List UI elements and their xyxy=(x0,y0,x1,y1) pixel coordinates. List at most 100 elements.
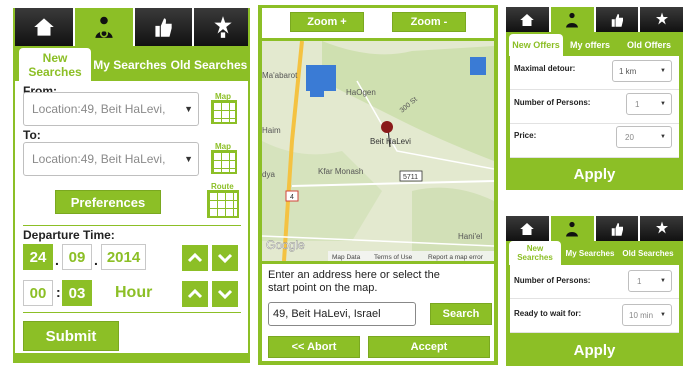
from-select[interactable]: Location:49, Beit HaLevi, ▼ xyxy=(23,92,199,126)
search-panel: New Searches My Searches Old Searches Fr… xyxy=(13,8,250,363)
tab-offers[interactable] xyxy=(595,7,641,32)
place-haniel: Hani'el xyxy=(458,232,482,241)
wait-label: Ready to wait for: xyxy=(514,309,582,318)
map-pin-icon[interactable] xyxy=(381,121,393,133)
persons-select[interactable]: 1 ▼ xyxy=(628,270,672,292)
subtab-my-offers[interactable]: My offers xyxy=(563,34,617,56)
dropdown-arrow-icon: ▼ xyxy=(184,104,193,114)
dropdown-arrow-icon: ▼ xyxy=(184,154,193,164)
sub-tab-bar: New Searches My Searches Old Searches xyxy=(506,241,683,265)
instructions-text: Enter an address here or select the star… xyxy=(268,269,440,294)
terms-link[interactable]: Terms of Use xyxy=(374,254,413,261)
route-grid-icon[interactable] xyxy=(207,190,239,218)
detour-select[interactable]: 1 km ▼ xyxy=(612,60,672,82)
map-panel: Zoom + Zoom - 4 5711 300 St Ma'abarot Ha… xyxy=(258,5,498,365)
driver-icon xyxy=(566,12,579,27)
time-up-button[interactable] xyxy=(182,281,208,307)
main-tab-bar xyxy=(15,8,248,46)
subtab-new-searches[interactable]: New Searches xyxy=(19,48,91,81)
tab-driver[interactable] xyxy=(550,216,596,241)
wait-select[interactable]: 10 min ▼ xyxy=(622,304,672,326)
from-value: Location:49, Beit HaLevi, xyxy=(32,102,166,116)
subtab-new-offers[interactable]: New Offers xyxy=(509,34,563,56)
map-grid-icon[interactable] xyxy=(211,100,237,124)
tab-road[interactable] xyxy=(194,8,248,46)
report-error-link[interactable]: Report a map error xyxy=(428,254,484,261)
tab-road[interactable] xyxy=(640,7,683,32)
dropdown-arrow-icon: ▼ xyxy=(660,101,666,107)
road-number-5711: 5711 xyxy=(403,174,418,181)
year-field[interactable]: 2014 xyxy=(101,244,146,270)
dropdown-arrow-icon: ▼ xyxy=(660,68,666,74)
divider xyxy=(23,225,241,226)
accept-button[interactable]: Accept xyxy=(368,336,490,358)
to-select[interactable]: Location:49, Beit HaLevi, ▼ xyxy=(23,142,199,176)
offers-panel: New Offers My offers Old Offers Maximal … xyxy=(506,7,683,190)
chevron-down-icon xyxy=(217,253,233,264)
place-haogen: HaOgen xyxy=(346,88,376,97)
subtab-my-searches[interactable]: My Searches xyxy=(561,241,619,265)
time-unit-label: Hour xyxy=(115,284,153,301)
preferences-button[interactable]: Preferences xyxy=(55,190,161,214)
search-button[interactable]: Search xyxy=(430,303,492,325)
driver-icon xyxy=(566,221,579,236)
dropdown-arrow-icon: ▼ xyxy=(660,278,666,284)
persons-value: 1 xyxy=(637,276,642,286)
time-down-button[interactable] xyxy=(212,281,238,307)
subtab-new-searches[interactable]: New Searches xyxy=(509,241,561,265)
chevron-up-icon xyxy=(187,252,203,263)
date-up-button[interactable] xyxy=(182,245,208,271)
month-field[interactable]: 09 xyxy=(62,244,92,270)
price-label: Price: xyxy=(514,131,537,140)
zoom-in-button[interactable]: Zoom + xyxy=(290,12,364,32)
dropdown-arrow-icon: ▼ xyxy=(660,312,666,318)
address-input[interactable]: 49, Beit HaLevi, Israel xyxy=(268,302,416,326)
dropdown-arrow-icon: ▼ xyxy=(660,134,666,140)
price-value: 20 xyxy=(625,132,634,142)
tab-home[interactable] xyxy=(506,7,551,32)
sub-tab-bar: New Offers My offers Old Offers xyxy=(506,32,683,56)
address-value: 49, Beit HaLevi, Israel xyxy=(273,308,381,320)
road-icon xyxy=(655,12,668,24)
subtab-old-offers[interactable]: Old Offers xyxy=(617,34,681,56)
tab-home[interactable] xyxy=(506,216,551,241)
to-label: To: xyxy=(23,128,41,142)
tab-offers[interactable] xyxy=(134,8,195,46)
persons-select[interactable]: 1 ▼ xyxy=(626,93,672,115)
hour-field[interactable]: 00 xyxy=(23,280,53,306)
date-dot: . xyxy=(94,252,98,268)
detour-label: Maximal detour: xyxy=(514,64,576,73)
to-value: Location:49, Beit HaLevi, xyxy=(32,152,166,166)
time-colon: : xyxy=(56,284,61,300)
place-haim: Haim xyxy=(262,126,281,135)
subtab-my-searches[interactable]: My Searches xyxy=(91,48,169,81)
price-select[interactable]: 20 ▼ xyxy=(616,126,672,148)
abort-button[interactable]: << Abort xyxy=(268,336,360,358)
chevron-up-icon xyxy=(187,288,203,299)
map-data-link[interactable]: Map Data xyxy=(332,254,361,261)
apply-button[interactable]: Apply xyxy=(506,158,683,190)
zoom-out-button[interactable]: Zoom - xyxy=(392,12,466,32)
road-icon xyxy=(214,16,232,38)
persons-label: Number of Persons: xyxy=(514,98,591,107)
tab-offers[interactable] xyxy=(595,216,641,241)
day-field[interactable]: 24 xyxy=(23,244,53,270)
main-tab-bar xyxy=(506,7,683,32)
minute-field[interactable]: 03 xyxy=(62,280,92,306)
subtab-old-searches[interactable]: Old Searches xyxy=(619,241,677,265)
home-icon xyxy=(34,18,54,36)
tab-driver[interactable] xyxy=(74,8,135,46)
tab-driver[interactable] xyxy=(550,7,596,32)
apply-button[interactable]: Apply xyxy=(506,334,683,366)
tab-home[interactable] xyxy=(15,8,75,46)
place-dya: dya xyxy=(262,170,275,179)
subtab-old-searches[interactable]: Old Searches xyxy=(169,48,248,81)
submit-button[interactable]: Submit xyxy=(23,321,119,351)
road-number-4: 4 xyxy=(290,194,294,201)
tab-road[interactable] xyxy=(640,216,683,241)
chevron-down-icon xyxy=(217,289,233,300)
persons-value: 1 xyxy=(635,99,640,109)
map-view[interactable]: 4 5711 300 St Ma'abarot HaOgen Beit HaLe… xyxy=(262,41,494,261)
date-down-button[interactable] xyxy=(212,245,238,271)
map-grid-icon[interactable] xyxy=(211,150,237,174)
